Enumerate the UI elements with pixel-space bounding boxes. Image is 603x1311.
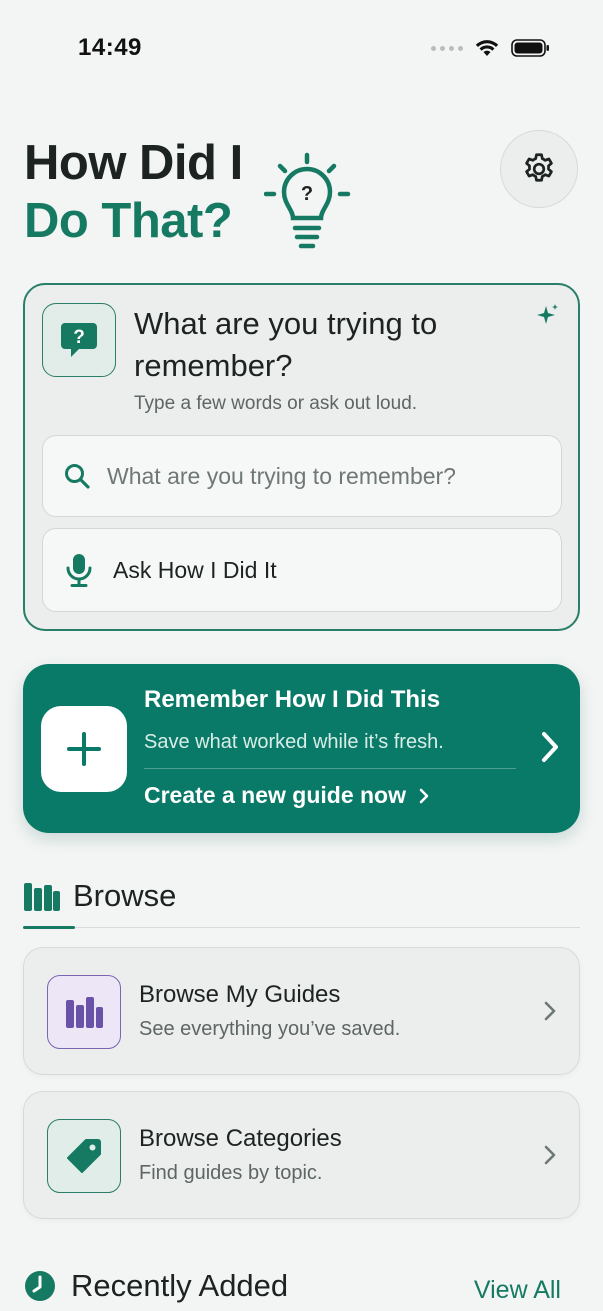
- wifi-icon: [475, 40, 499, 56]
- ask-icon-box: ?: [42, 303, 116, 377]
- svg-text:?: ?: [73, 327, 85, 348]
- settings-button[interactable]: [500, 130, 578, 208]
- browse-underline: [23, 926, 75, 929]
- microphone-icon: [66, 554, 92, 587]
- title-line-2: Do That?: [24, 194, 233, 248]
- status-time: 14:49: [78, 34, 142, 61]
- recent-section-title: Recently Added: [71, 1268, 289, 1303]
- remember-card[interactable]: Remember How I Did This Save what worked…: [23, 664, 580, 833]
- add-guide-button[interactable]: [41, 706, 127, 792]
- browse-item-subtitle: Find guides by topic.: [139, 1162, 323, 1184]
- chevron-right-icon: [544, 1001, 556, 1021]
- status-icons: [431, 38, 551, 58]
- svg-text:?: ?: [301, 183, 313, 205]
- search-input[interactable]: What are you trying to remember?: [42, 435, 562, 517]
- chevron-right-icon: [544, 1145, 556, 1165]
- cellular-signal-icon: [431, 45, 463, 51]
- clock-icon: [25, 1271, 55, 1301]
- search-icon: [65, 464, 90, 489]
- create-guide-label: Create a new guide now: [144, 782, 406, 808]
- search-placeholder: What are you trying to remember?: [107, 462, 456, 489]
- browse-section-title: Browse: [73, 878, 177, 913]
- page-title: How Did I Do That?: [24, 134, 243, 250]
- chevron-right-icon: [419, 788, 429, 803]
- browse-my-guides-card[interactable]: Browse My Guides See everything you’ve s…: [23, 947, 580, 1075]
- gear-icon: [525, 153, 553, 182]
- lightbulb-question-icon: ?: [264, 152, 351, 249]
- create-guide-link[interactable]: Create a new guide now: [144, 782, 430, 809]
- ask-subtitle: Type a few words or ask out loud.: [134, 393, 418, 414]
- ask-card: ? What are you trying to remember? Type …: [23, 283, 580, 631]
- ask-voice-button[interactable]: Ask How I Did It: [42, 528, 562, 612]
- remember-title: Remember How I Did This: [144, 686, 441, 713]
- chevron-right-icon: [542, 732, 558, 762]
- guides-icon-box: [47, 975, 121, 1049]
- browse-divider: [23, 927, 580, 928]
- plus-icon: [67, 732, 101, 766]
- books-icon: [66, 997, 103, 1028]
- remember-subtitle: Save what worked while it’s fresh.: [144, 731, 444, 753]
- title-line-1: How Did I: [24, 136, 243, 190]
- browse-categories-card[interactable]: Browse Categories Find guides by topic.: [23, 1091, 580, 1219]
- books-icon: [24, 883, 60, 911]
- voice-button-label: Ask How I Did It: [113, 556, 277, 583]
- ask-title: What are you trying to remember?: [134, 306, 438, 383]
- sparkle-icon: [537, 304, 558, 324]
- browse-header: Browse: [23, 878, 176, 914]
- status-bar: 14:49: [0, 0, 603, 96]
- categories-icon-box: [47, 1119, 121, 1193]
- question-bubble-icon: ?: [61, 323, 97, 357]
- battery-icon: [511, 39, 549, 57]
- tag-icon: [67, 1139, 101, 1173]
- browse-item-title: Browse Categories: [139, 1125, 342, 1152]
- recent-header: Recently Added: [23, 1268, 288, 1304]
- remember-divider: [144, 768, 516, 769]
- browse-item-title: Browse My Guides: [139, 981, 341, 1008]
- browse-item-subtitle: See everything you’ve saved.: [139, 1018, 401, 1040]
- view-all-link[interactable]: View All: [474, 1276, 561, 1305]
